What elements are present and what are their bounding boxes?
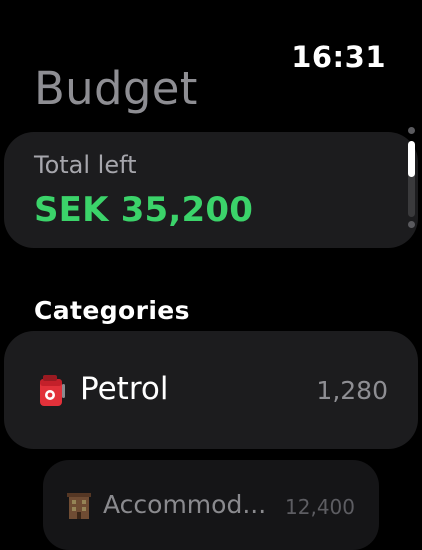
categories-header: Categories [34, 296, 190, 325]
total-left-value: SEK 35,200 [34, 190, 254, 230]
scroll-thumb[interactable] [408, 141, 415, 177]
category-row-accommodation[interactable]: Accommod... 12,400 [43, 460, 379, 550]
category-row-petrol[interactable]: Petrol 1,280 [4, 331, 418, 449]
category-label: Accommod... [103, 490, 267, 519]
scroll-indicator-bottom-dot [408, 221, 415, 228]
category-amount: 12,400 [285, 495, 355, 519]
scroll-indicator-top-dot [408, 127, 415, 134]
total-left-label: Total left [34, 151, 137, 179]
category-amount: 1,280 [316, 376, 388, 405]
status-time: 16:31 [291, 40, 386, 74]
scroll-indicator[interactable] [405, 127, 417, 231]
hotel-icon [67, 491, 91, 519]
page-title: Budget [34, 62, 198, 115]
total-left-card[interactable]: Total left SEK 35,200 [4, 132, 418, 248]
fuel-pump-icon [38, 373, 66, 407]
category-label: Petrol [80, 371, 169, 407]
